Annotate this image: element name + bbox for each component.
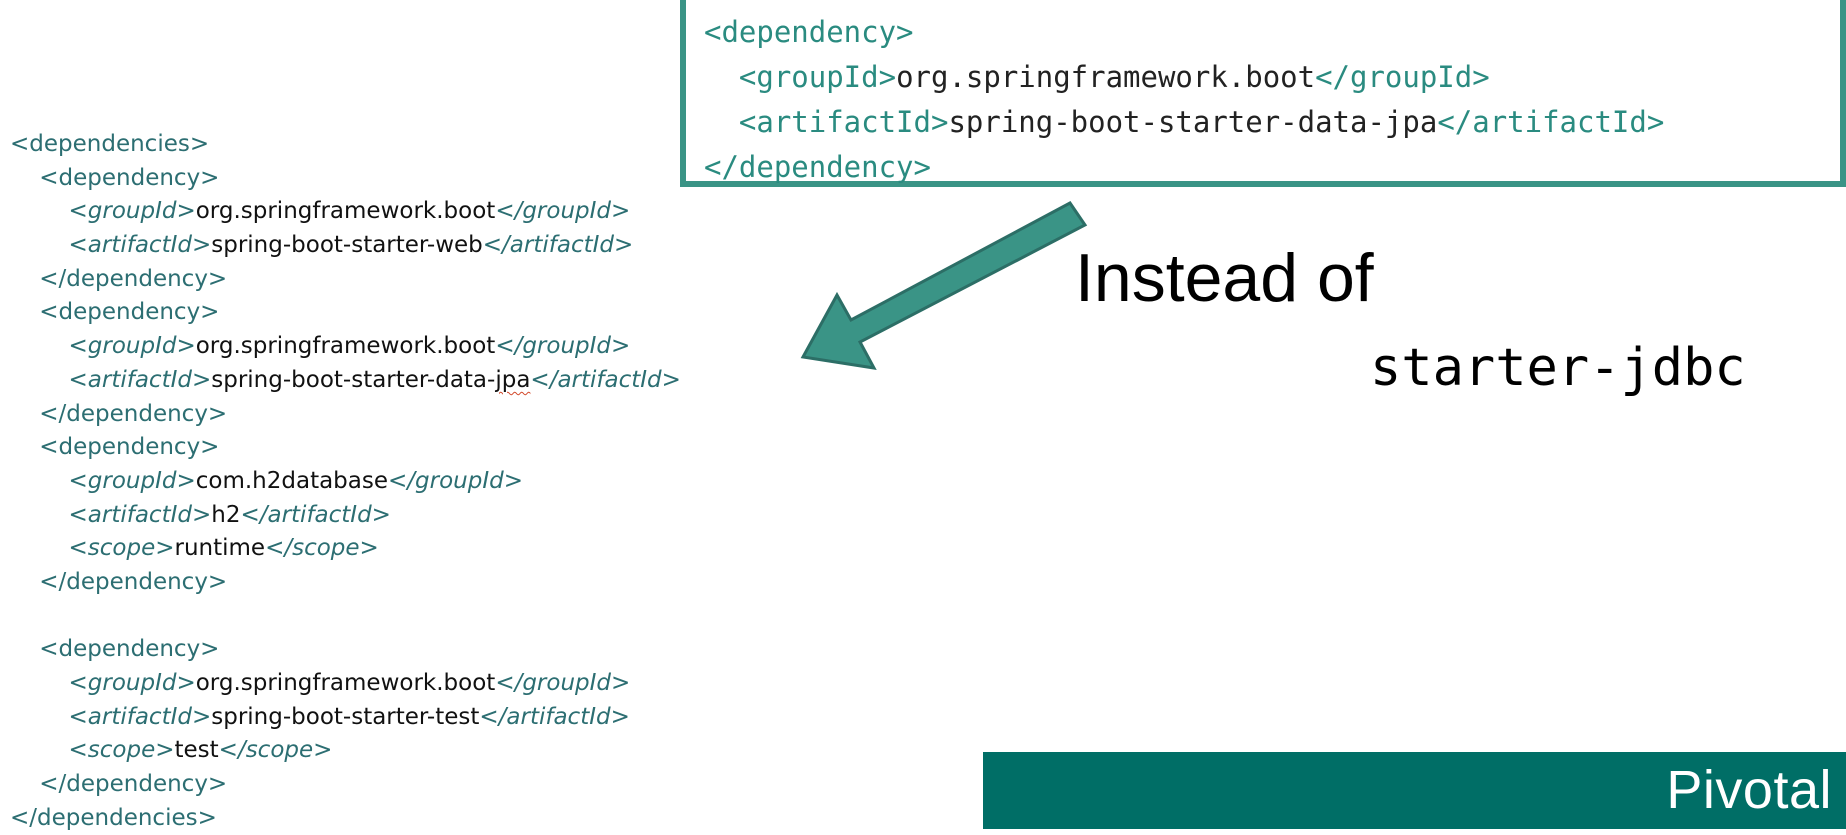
code-line: <artifactId>h2</artifactId> xyxy=(10,499,681,533)
callout-line: <artifactId>spring-boot-starter-data-jpa… xyxy=(704,100,1664,145)
code-line: </dependency> xyxy=(10,768,681,802)
xml-tag: <scope> xyxy=(68,737,175,764)
replaced-starter-label: starter-jdbc xyxy=(1370,338,1746,398)
xml-value: org.springframework.boot xyxy=(195,670,496,696)
xml-tag: <artifactId> xyxy=(68,703,212,730)
xml-tag: <dependency> xyxy=(39,164,220,191)
highlight-callout-box: <dependency> <groupId>org.springframewor… xyxy=(680,0,1846,187)
code-line: <scope>runtime</scope> xyxy=(10,532,681,566)
footer-bar: Pivotal xyxy=(983,752,1846,829)
instead-of-heading: Instead of xyxy=(1075,240,1374,316)
xml-tag: </dependency> xyxy=(39,568,228,595)
xml-value: runtime xyxy=(174,535,266,562)
code-line: <dependencies> xyxy=(10,128,681,162)
xml-tag: </artifactId> xyxy=(240,501,391,528)
xml-value: com.h2database xyxy=(195,467,389,494)
code-line: <groupId>org.springframework.boot</group… xyxy=(10,195,681,229)
xml-tag: <dependency> xyxy=(39,434,220,461)
xml-value: test xyxy=(174,737,219,764)
code-line: <artifactId>spring-boot-starter-data-jpa… xyxy=(10,364,681,398)
code-line: <scope>test</scope> xyxy=(10,734,681,768)
callout-line: <groupId>org.springframework.boot</group… xyxy=(704,55,1664,100)
xml-tag: <artifactId> xyxy=(738,105,949,139)
xml-tag: <scope> xyxy=(68,535,175,562)
xml-tag: </groupId> xyxy=(1315,60,1490,94)
code-line: </dependencies> xyxy=(10,802,681,835)
xml-tag: <groupId> xyxy=(68,670,196,696)
xml-tag: </groupId> xyxy=(495,198,631,225)
xml-tag: </scope> xyxy=(265,535,379,562)
xml-value: jpa xyxy=(495,366,531,393)
callout-line: <dependency> xyxy=(704,10,1664,55)
xml-tag: </dependency> xyxy=(39,771,228,798)
xml-value: org.springframework.boot xyxy=(195,198,496,225)
xml-value: org.springframework.boot xyxy=(896,60,1316,94)
xml-tag: <groupId> xyxy=(68,467,196,494)
pivotal-logo: Pivotal xyxy=(1666,760,1832,820)
xml-tag: <groupId> xyxy=(738,60,897,94)
xml-value: org.springframework.boot xyxy=(195,333,496,360)
code-line: </dependency> xyxy=(10,398,681,432)
xml-value: spring-boot-starter-data- xyxy=(211,366,496,393)
xml-value: spring-boot-starter-web xyxy=(211,232,483,259)
xml-tag: <dependency> xyxy=(39,636,220,663)
xml-value: spring-boot-starter-data-jpa xyxy=(948,105,1438,139)
code-line: <dependency> xyxy=(10,296,681,330)
xml-tag: <dependency> xyxy=(704,15,914,49)
code-line: </dependency> xyxy=(10,263,681,297)
xml-tag: </groupId> xyxy=(495,670,631,696)
xml-tag: </artifactId> xyxy=(530,366,681,393)
xml-tag: <dependency> xyxy=(39,299,220,326)
xml-tag: <groupId> xyxy=(68,333,196,360)
xml-tag: </artifactId> xyxy=(1437,105,1665,139)
xml-tag: </dependencies> xyxy=(10,804,217,831)
code-line: <artifactId>spring-boot-starter-test</ar… xyxy=(10,701,681,735)
xml-tag: <groupId> xyxy=(68,198,196,225)
xml-value: h2 xyxy=(211,501,241,528)
code-line: <artifactId>spring-boot-starter-web</art… xyxy=(10,229,681,263)
code-line: <dependency> xyxy=(10,633,681,667)
xml-tag: <artifactId> xyxy=(68,232,212,259)
callout-code: <dependency> <groupId>org.springframewor… xyxy=(704,10,1664,190)
code-line: <groupId>org.springframework.boot</group… xyxy=(10,667,681,701)
xml-tag: <dependencies> xyxy=(10,131,210,157)
xml-value: spring-boot-starter-test xyxy=(211,703,480,730)
xml-tag: </groupId> xyxy=(495,333,631,360)
xml-tag: </groupId> xyxy=(388,467,523,494)
callout-line: </dependency> xyxy=(704,145,1664,190)
xml-tag: </artifactId> xyxy=(479,703,630,730)
xml-tag: </artifactId> xyxy=(482,232,634,259)
code-line: <groupId>com.h2database</groupId> xyxy=(10,465,681,499)
code-line: <dependency> xyxy=(10,431,681,465)
xml-tag: </dependency> xyxy=(704,150,931,184)
xml-tag: </dependency> xyxy=(39,400,228,427)
code-line: </dependency> xyxy=(10,566,681,600)
xml-tag: </dependency> xyxy=(39,265,228,292)
xml-tag: </scope> xyxy=(218,737,333,764)
code-line: <dependency> xyxy=(10,162,681,196)
pom-dependencies-code: <dependencies> <dependency> <groupId>org… xyxy=(10,128,681,835)
code-line: <groupId>org.springframework.boot</group… xyxy=(10,330,681,364)
xml-tag: <artifactId> xyxy=(68,366,212,393)
xml-tag: <artifactId> xyxy=(68,501,212,528)
